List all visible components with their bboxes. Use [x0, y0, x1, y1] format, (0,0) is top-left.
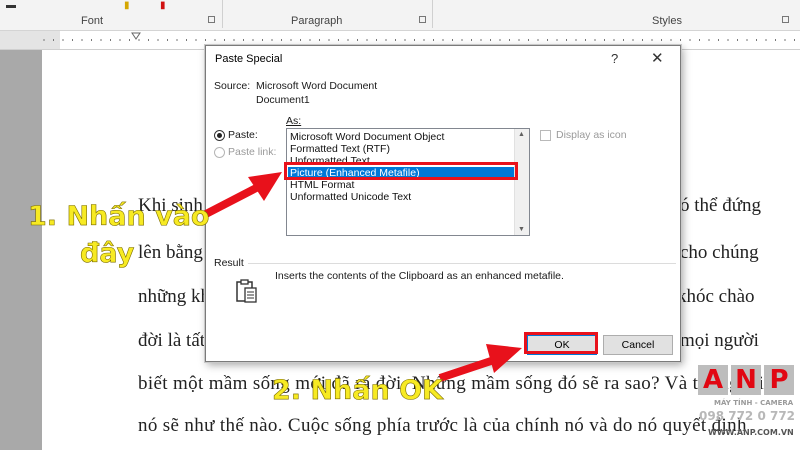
source-value: Microsoft Word Document [256, 80, 378, 92]
doc-text-line: khóc chào [677, 286, 755, 307]
display-as-icon-label[interactable]: Display as icon [556, 129, 627, 141]
styles-dialog-launcher-icon[interactable] [782, 16, 789, 23]
paste-special-dialog: Paste Special ? ✕ Source: Microsoft Word… [205, 45, 681, 362]
source-label: Source: [214, 80, 251, 92]
scroll-down-icon[interactable]: ▼ [518, 226, 525, 233]
doc-text-line: nó sẽ như thế nào. Cuộc sống phía trước … [138, 415, 747, 436]
doc-text-line: mọi người [680, 330, 759, 351]
font-dialog-launcher-icon[interactable] [208, 16, 215, 23]
logo-website: WWW.ANP.COM.VN [708, 428, 794, 437]
ribbon-group-styles: Styles [652, 15, 682, 27]
as-label: As: [286, 115, 302, 127]
doc-text-line: biết một mầm sống mới đã ra đời. Những m… [138, 373, 765, 394]
format-option[interactable]: Microsoft Word Document Object [290, 131, 444, 143]
close-icon[interactable]: ✕ [651, 49, 664, 67]
clipboard-icon [236, 279, 257, 303]
paragraph-dialog-launcher-icon[interactable] [419, 16, 426, 23]
doc-text-line: những kh [138, 286, 211, 307]
logo-letter: A [698, 365, 728, 395]
logo-tagline: MÁY TÍNH - CAMERA [714, 399, 794, 407]
help-icon[interactable]: ? [611, 51, 618, 66]
ribbon-group-paragraph: Paragraph [291, 15, 343, 27]
format-option[interactable]: HTML Format [290, 179, 354, 191]
result-label: Result [214, 257, 244, 269]
result-description: Inserts the contents of the Clipboard as… [275, 270, 564, 282]
text-color-icon[interactable]: ▮ [160, 0, 166, 11]
paste-radio[interactable] [214, 130, 225, 141]
source-document: Document1 [256, 94, 310, 106]
paste-link-label[interactable]: Paste link: [228, 146, 276, 158]
highlight-box-ok [524, 332, 598, 354]
cancel-button[interactable]: Cancel [603, 335, 673, 355]
paste-radio-label[interactable]: Paste: [228, 129, 258, 141]
ribbon-separator [432, 0, 433, 28]
ribbon-group-font: Font [81, 15, 104, 27]
highlight-box-format [284, 162, 518, 180]
dialog-title: Paste Special [215, 53, 283, 65]
logo-letter: P [764, 365, 794, 395]
display-as-icon-checkbox[interactable] [540, 130, 551, 141]
result-divider [248, 263, 676, 264]
logo-letter: N [731, 365, 761, 395]
step-2-annotation: 2. Nhấn OK [272, 375, 444, 407]
anp-logo: A N P MÁY TÍNH - CAMERA 098 772 0 772 WW… [678, 362, 800, 450]
paste-link-radio[interactable] [214, 147, 225, 158]
doc-text-line: cho chúng [680, 242, 759, 263]
indent-marker [131, 32, 141, 40]
font-color-icon[interactable]: ▬ [6, 0, 16, 11]
listbox-scrollbar[interactable]: ▲ ▼ [514, 129, 529, 235]
doc-text-line: đời là tất [138, 330, 206, 351]
highlight-icon[interactable]: ▮ [124, 0, 130, 11]
step-1-annotation: 1. Nhấn vào [28, 201, 210, 233]
format-option[interactable]: Unformatted Unicode Text [290, 191, 411, 203]
step-1-annotation-line2: đây [80, 238, 135, 270]
scroll-up-icon[interactable]: ▲ [518, 131, 525, 138]
as-format-listbox[interactable]: Microsoft Word Document Object Formatted… [286, 128, 530, 236]
ribbon-separator [222, 0, 223, 28]
doc-text-line: ó thể đứng [680, 195, 762, 216]
logo-phone: 098 772 0 772 [699, 409, 796, 423]
ribbon: ▬ ▮ ▮ Font Paragraph Styles [0, 0, 800, 31]
doc-text-line: lên bằng [138, 242, 203, 263]
format-option[interactable]: Formatted Text (RTF) [290, 143, 390, 155]
